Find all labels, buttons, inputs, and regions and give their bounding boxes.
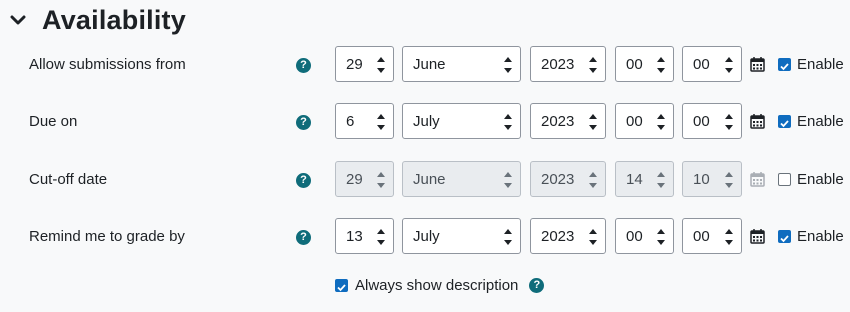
day-select: 29 [335,161,394,197]
row-label: Remind me to grade by [29,228,185,245]
hour-value: 00 [626,55,643,73]
help-icon[interactable]: ? [296,115,311,130]
calendar-icon [750,171,765,187]
select-caret-icon [656,114,665,130]
select-caret-icon [656,229,665,245]
hour-select[interactable]: 00 [615,103,674,139]
calendar-icon[interactable] [750,56,765,72]
section-title: Availability [42,4,186,35]
select-caret-icon [724,172,733,188]
chevron-down-icon[interactable] [10,9,32,31]
enable-checkbox[interactable] [778,115,791,128]
year-select: 2023 [530,161,606,197]
day-value: 29 [346,55,363,73]
date-row-cut-off: Cut-off date ? 29 June 2023 14 10 Enable [0,161,850,199]
enable-checkbox[interactable] [778,230,791,243]
enable-label[interactable]: Enable [797,161,844,199]
select-caret-icon [724,229,733,245]
help-icon[interactable]: ? [296,230,311,245]
row-label: Allow submissions from [29,56,186,73]
hour-select[interactable]: 00 [615,46,674,82]
hour-value: 00 [626,227,643,245]
help-icon[interactable]: ? [296,173,311,188]
day-value: 29 [346,170,363,188]
select-caret-icon [724,57,733,73]
always-show-description: Always show description ? [335,272,545,298]
minute-value: 00 [693,55,710,73]
always-show-label[interactable]: Always show description [355,277,518,294]
select-caret-icon [376,57,385,73]
select-caret-icon [588,172,597,188]
help-icon[interactable]: ? [529,277,545,293]
help-icon[interactable]: ? [296,58,311,73]
day-value: 13 [346,227,363,245]
always-show-checkbox[interactable] [335,278,348,292]
date-row-allow-submissions: Allow submissions from ? 29 June 2023 00… [0,46,850,84]
section-header[interactable]: Availability [10,2,186,38]
hour-value: 00 [626,112,643,130]
minute-select[interactable]: 00 [682,103,742,139]
month-select[interactable]: July [402,103,521,139]
day-select[interactable]: 13 [335,218,394,254]
minute-select: 10 [682,161,742,197]
year-select[interactable]: 2023 [530,46,606,82]
date-row-remind-grade: Remind me to grade by ? 13 July 2023 00 … [0,218,850,256]
calendar-icon[interactable] [750,228,765,244]
select-caret-icon [503,172,512,188]
year-select[interactable]: 2023 [530,218,606,254]
enable-label[interactable]: Enable [797,46,844,84]
date-row-due-on: Due on ? 6 July 2023 00 00 Enable [0,103,850,141]
row-label: Cut-off date [29,171,108,188]
day-select[interactable]: 6 [335,103,394,139]
minute-value: 00 [693,112,710,130]
month-select: June [402,161,521,197]
select-caret-icon [656,172,665,188]
month-select[interactable]: July [402,218,521,254]
calendar-icon[interactable] [750,113,765,129]
minute-value: 00 [693,227,710,245]
row-label: Due on [29,113,78,130]
hour-value: 14 [626,170,643,188]
select-caret-icon [503,229,512,245]
hour-select[interactable]: 00 [615,218,674,254]
select-caret-icon [588,57,597,73]
enable-checkbox[interactable] [778,58,791,71]
day-select[interactable]: 29 [335,46,394,82]
select-caret-icon [724,114,733,130]
enable-label[interactable]: Enable [797,103,844,141]
day-value: 6 [346,112,355,130]
minute-select[interactable]: 00 [682,218,742,254]
select-caret-icon [588,229,597,245]
select-caret-icon [376,229,385,245]
year-select[interactable]: 2023 [530,103,606,139]
hour-select: 14 [615,161,674,197]
select-caret-icon [376,114,385,130]
minute-value: 10 [693,170,710,188]
select-caret-icon [503,114,512,130]
minute-select[interactable]: 00 [682,46,742,82]
select-caret-icon [588,114,597,130]
select-caret-icon [376,172,385,188]
month-select[interactable]: June [402,46,521,82]
enable-checkbox[interactable] [778,173,791,186]
select-caret-icon [503,57,512,73]
enable-label[interactable]: Enable [797,218,844,256]
select-caret-icon [656,57,665,73]
